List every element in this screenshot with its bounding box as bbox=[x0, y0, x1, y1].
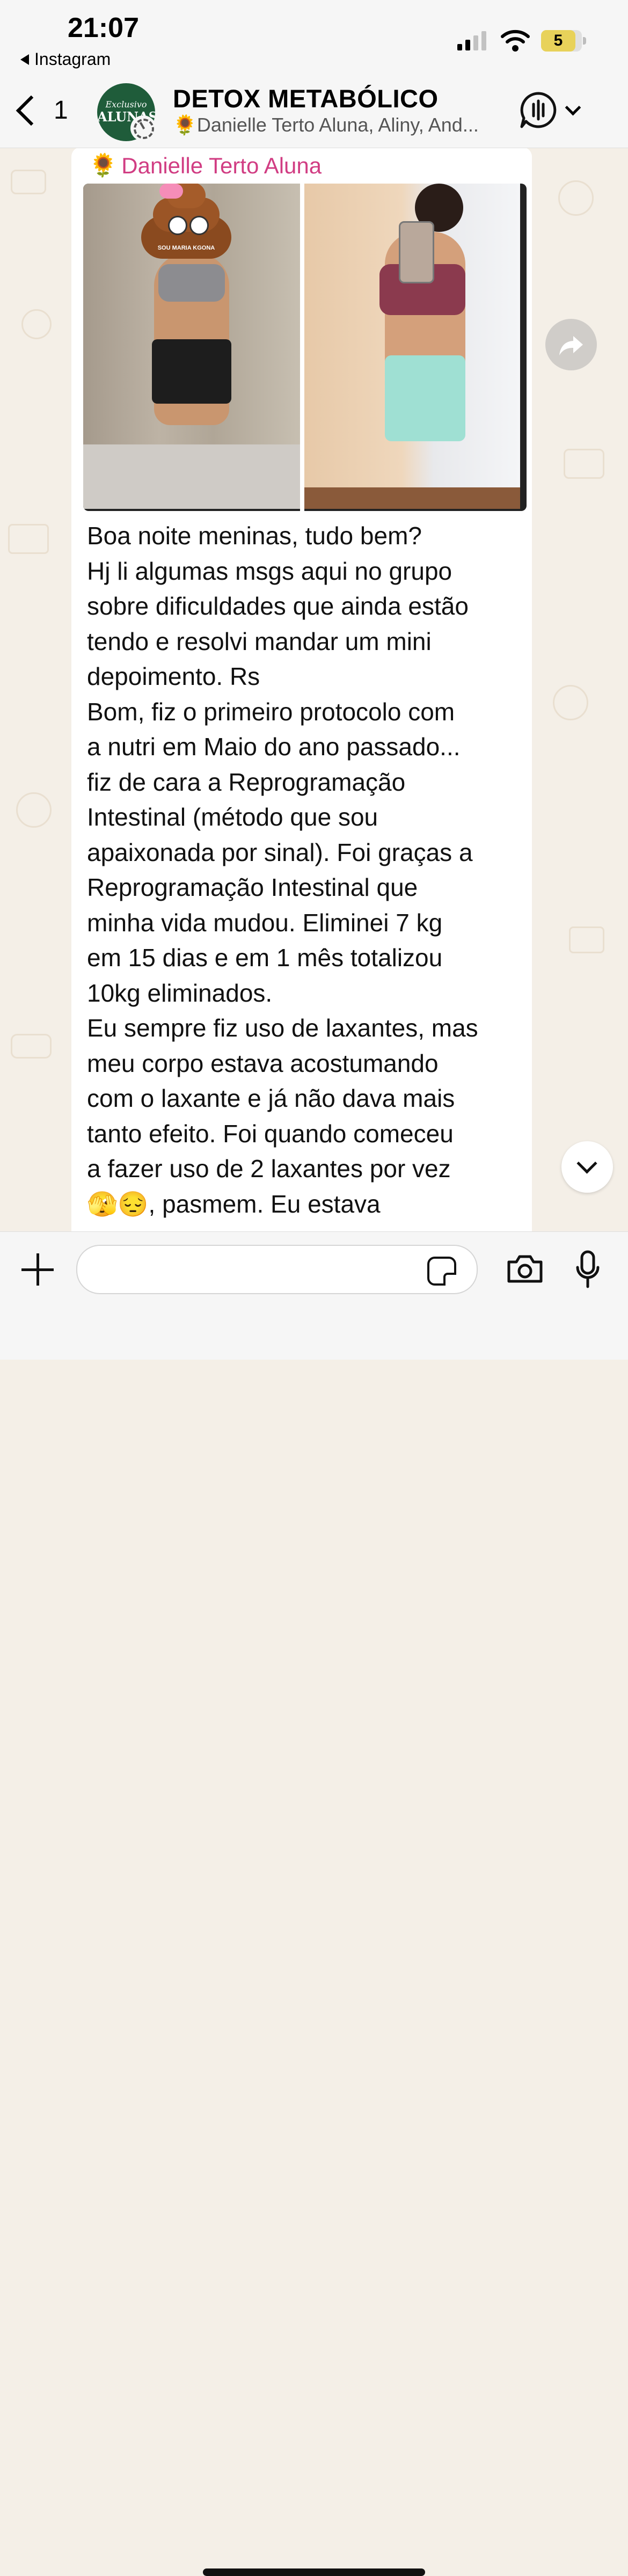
message-text-line: Reprogramação Intestinal que bbox=[87, 873, 418, 901]
chat-header: 1 Exclusivo ALUNAS DETOX METABÓLICO 🌻Dan… bbox=[0, 81, 628, 148]
battery-level: 5 bbox=[553, 32, 563, 49]
message-text-line: a nutri em Maio do ano passado... bbox=[87, 733, 461, 761]
message-image[interactable]: SOU MARIA KGONA bbox=[83, 184, 527, 511]
avatar-text-top: Exclusivo bbox=[105, 99, 147, 110]
status-bar: 21:07 Instagram 5 bbox=[0, 0, 628, 81]
wallpaper-doodle bbox=[21, 309, 52, 339]
sticker-label: SOU MARIA KGONA bbox=[157, 245, 215, 251]
message-input[interactable] bbox=[76, 1245, 478, 1294]
message-text-line: a fazer uso de 2 laxantes por vez bbox=[87, 1155, 451, 1183]
poop-sticker: SOU MARIA KGONA bbox=[141, 184, 231, 259]
back-to-app-link[interactable]: Instagram bbox=[20, 49, 111, 69]
battery-icon: 5 bbox=[541, 30, 586, 52]
sunflower-emoji: 🌻 bbox=[89, 152, 118, 178]
message-text-line: com o laxante e já não dava mais bbox=[87, 1084, 455, 1112]
wallpaper-doodle bbox=[553, 685, 588, 720]
chat-area[interactable]: 🌻 Danielle Terto Aluna SOU MARIA KGONA B… bbox=[0, 148, 628, 1231]
message-text-line: em 15 dias e em 1 mês totalizou bbox=[87, 944, 443, 972]
message-text: Boa noite meninas, tudo bem? Hj li alguma… bbox=[87, 519, 527, 1222]
chevron-down-icon bbox=[576, 1153, 597, 1174]
message-text-line: minha vida mudou. Eliminei 7 kg bbox=[87, 908, 443, 937]
message-text-line: Eu sempre fiz uso de laxantes, mas bbox=[87, 1014, 478, 1042]
voice-chat-icon[interactable] bbox=[520, 91, 557, 129]
message-text-line: meu corpo estava acostumando bbox=[87, 1049, 439, 1077]
group-title[interactable]: DETOX METABÓLICO bbox=[173, 84, 439, 113]
disappearing-timer-icon bbox=[130, 115, 156, 141]
back-triangle-icon bbox=[20, 54, 29, 65]
unread-count: 1 bbox=[54, 96, 68, 125]
message-text-line: Boa noite meninas, tudo bem? bbox=[87, 522, 422, 550]
sticker-icon[interactable] bbox=[427, 1257, 456, 1286]
status-time: 21:07 bbox=[68, 12, 139, 43]
wifi-icon bbox=[501, 30, 530, 52]
scroll-to-bottom-button[interactable] bbox=[561, 1141, 613, 1193]
before-photo: SOU MARIA KGONA bbox=[83, 184, 300, 509]
message-text-line: tanto efeito. Foi quando comeceu bbox=[87, 1119, 454, 1148]
message-text-line: Bom, fiz o primeiro protocolo com bbox=[87, 697, 455, 726]
message-text-line: fiz de cara a Reprogramação bbox=[87, 768, 406, 796]
group-members[interactable]: 🌻Danielle Terto Aluna, Aliny, And... bbox=[173, 114, 500, 136]
message-text-line: Hj li algumas msgs aqui no grupo bbox=[87, 557, 452, 585]
forward-button[interactable] bbox=[545, 319, 597, 370]
cellular-signal-icon bbox=[457, 31, 486, 50]
message-text-line: 10kg eliminados. bbox=[87, 979, 273, 1007]
back-button[interactable]: 1 bbox=[14, 95, 68, 126]
smartphone-in-photo bbox=[399, 221, 434, 283]
message-text-line: depoimento. Rs bbox=[87, 662, 260, 690]
home-indicator bbox=[203, 2568, 425, 2576]
camera-icon[interactable] bbox=[507, 1254, 543, 1283]
sender-name: Danielle Terto Aluna bbox=[121, 152, 322, 178]
back-app-label: Instagram bbox=[34, 49, 111, 69]
wallpaper-doodle bbox=[11, 1034, 52, 1059]
plus-icon[interactable] bbox=[21, 1253, 54, 1286]
wallpaper-doodle bbox=[558, 180, 594, 216]
wallpaper-doodle bbox=[16, 792, 52, 828]
after-photo bbox=[304, 184, 520, 509]
message-input-bar bbox=[0, 1231, 628, 2576]
wallpaper-doodle bbox=[11, 170, 46, 194]
message-text-line: apaixonada por sinal). Foi graças a bbox=[87, 838, 473, 866]
message-sender[interactable]: 🌻 Danielle Terto Aluna bbox=[89, 152, 322, 179]
wallpaper-doodle bbox=[8, 524, 49, 554]
forward-icon bbox=[559, 336, 583, 355]
message-text-line: 🫣😔, pasmem. Eu estava bbox=[87, 1190, 381, 1218]
chevron-down-icon[interactable] bbox=[565, 99, 581, 116]
wallpaper-doodle bbox=[569, 926, 604, 953]
microphone-icon[interactable] bbox=[575, 1250, 600, 1289]
wallpaper-doodle bbox=[564, 449, 604, 479]
message-text-line: tendo e resolvi mandar um mini bbox=[87, 627, 432, 655]
message-text-line: sobre dificuldades que ainda estão bbox=[87, 592, 469, 620]
chevron-left-icon bbox=[16, 95, 47, 126]
message-text-line: Intestinal (método que sou bbox=[87, 803, 378, 831]
